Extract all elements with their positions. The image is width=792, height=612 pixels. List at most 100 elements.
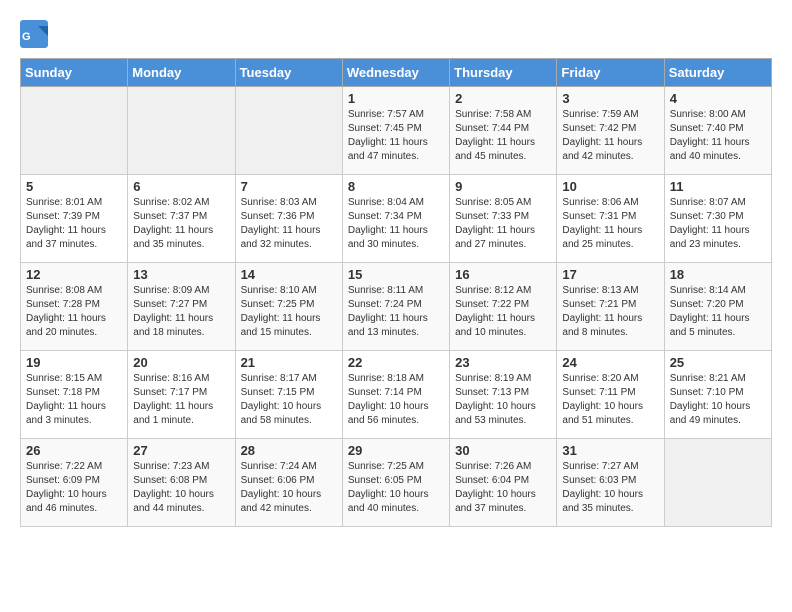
- calendar-cell: 6 Sunrise: 8:02 AM Sunset: 7:37 PM Daylig…: [128, 175, 235, 263]
- day-info: Sunrise: 8:00 AM Sunset: 7:40 PM Dayligh…: [670, 108, 766, 164]
- week-row-1: 1 Sunrise: 7:57 AM Sunset: 7:45 PM Daylig…: [21, 87, 772, 175]
- calendar-table: SundayMondayTuesdayWednesdayThursdayFrid…: [20, 58, 772, 527]
- day-info: Sunrise: 7:24 AM Sunset: 6:06 PM Dayligh…: [241, 460, 337, 516]
- calendar-cell: 17Sunrise: 8:13 AM Sunset: 7:21 PM Dayli…: [557, 263, 664, 351]
- calendar-cell: 26 Sunrise: 7:22 AM Sunset: 6:09 PM Dayli…: [21, 439, 128, 527]
- day-number: 14: [241, 267, 337, 282]
- calendar-cell: 18 Sunrise: 8:14 AM Sunset: 7:20 PM Dayli…: [664, 263, 771, 351]
- weekday-header-sunday: Sunday: [21, 59, 128, 87]
- calendar-cell: 27Sunrise: 7:23 AM Sunset: 6:08 PM Dayli…: [128, 439, 235, 527]
- day-info: Sunrise: 7:58 AM Sunset: 7:44 PM Dayligh…: [455, 108, 551, 164]
- day-info: Sunrise: 8:16 AM Sunset: 7:17 PM Dayligh…: [133, 372, 229, 428]
- day-number: 13: [133, 267, 229, 282]
- day-number: 28: [241, 443, 337, 458]
- day-info: Sunrise: 8:19 AM Sunset: 7:13 PM Dayligh…: [455, 372, 551, 428]
- calendar-cell: 25 Sunrise: 8:21 AM Sunset: 7:10 PM Dayli…: [664, 351, 771, 439]
- day-info: Sunrise: 8:07 AM Sunset: 7:30 PM Dayligh…: [670, 196, 766, 252]
- calendar-cell: [128, 87, 235, 175]
- day-number: 23: [455, 355, 551, 370]
- day-number: 12: [26, 267, 122, 282]
- day-info: Sunrise: 7:22 AM Sunset: 6:09 PM Dayligh…: [26, 460, 122, 516]
- day-number: 4: [670, 91, 766, 106]
- day-info: Sunrise: 8:11 AM Sunset: 7:24 PM Dayligh…: [348, 284, 444, 340]
- calendar-cell: 9 Sunrise: 8:05 AM Sunset: 7:33 PM Daylig…: [450, 175, 557, 263]
- day-info: Sunrise: 8:12 AM Sunset: 7:22 PM Dayligh…: [455, 284, 551, 340]
- day-number: 5: [26, 179, 122, 194]
- day-number: 22: [348, 355, 444, 370]
- calendar-cell: 22 Sunrise: 8:18 AM Sunset: 7:14 PM Dayli…: [342, 351, 449, 439]
- day-number: 11: [670, 179, 766, 194]
- day-number: 2: [455, 91, 551, 106]
- day-number: 24: [562, 355, 658, 370]
- calendar-cell: [235, 87, 342, 175]
- calendar-cell: 30Sunrise: 7:26 AM Sunset: 6:04 PM Dayli…: [450, 439, 557, 527]
- weekday-header-tuesday: Tuesday: [235, 59, 342, 87]
- day-number: 15: [348, 267, 444, 282]
- day-number: 20: [133, 355, 229, 370]
- day-number: 7: [241, 179, 337, 194]
- day-number: 1: [348, 91, 444, 106]
- day-number: 9: [455, 179, 551, 194]
- calendar-cell: [21, 87, 128, 175]
- day-number: 18: [670, 267, 766, 282]
- calendar-cell: 19 Sunrise: 8:15 AM Sunset: 7:18 PM Dayli…: [21, 351, 128, 439]
- day-number: 17: [562, 267, 658, 282]
- day-info: Sunrise: 8:21 AM Sunset: 7:10 PM Dayligh…: [670, 372, 766, 428]
- day-info: Sunrise: 8:05 AM Sunset: 7:33 PM Dayligh…: [455, 196, 551, 252]
- svg-text:G: G: [22, 31, 31, 43]
- calendar-cell: 28 Sunrise: 7:24 AM Sunset: 6:06 PM Dayli…: [235, 439, 342, 527]
- day-number: 10: [562, 179, 658, 194]
- calendar-cell: 5 Sunrise: 8:01 AM Sunset: 7:39 PM Daylig…: [21, 175, 128, 263]
- calendar-cell: 20 Sunrise: 8:16 AM Sunset: 7:17 PM Dayli…: [128, 351, 235, 439]
- weekday-header-thursday: Thursday: [450, 59, 557, 87]
- weekday-header-row: SundayMondayTuesdayWednesdayThursdayFrid…: [21, 59, 772, 87]
- calendar-cell: 31Sunrise: 7:27 AM Sunset: 6:03 PM Dayli…: [557, 439, 664, 527]
- day-number: 27: [133, 443, 229, 458]
- weekday-header-friday: Friday: [557, 59, 664, 87]
- day-number: 19: [26, 355, 122, 370]
- weekday-header-wednesday: Wednesday: [342, 59, 449, 87]
- day-info: Sunrise: 8:15 AM Sunset: 7:18 PM Dayligh…: [26, 372, 122, 428]
- calendar-cell: 15 Sunrise: 8:11 AM Sunset: 7:24 PM Dayli…: [342, 263, 449, 351]
- calendar-cell: 23 Sunrise: 8:19 AM Sunset: 7:13 PM Dayli…: [450, 351, 557, 439]
- day-info: Sunrise: 8:03 AM Sunset: 7:36 PM Dayligh…: [241, 196, 337, 252]
- calendar-cell: 12 Sunrise: 8:08 AM Sunset: 7:28 PM Dayli…: [21, 263, 128, 351]
- day-info: Sunrise: 7:57 AM Sunset: 7:45 PM Dayligh…: [348, 108, 444, 164]
- day-info: Sunrise: 8:20 AM Sunset: 7:11 PM Dayligh…: [562, 372, 658, 428]
- day-info: Sunrise: 8:18 AM Sunset: 7:14 PM Dayligh…: [348, 372, 444, 428]
- day-number: 3: [562, 91, 658, 106]
- day-info: Sunrise: 8:10 AM Sunset: 7:25 PM Dayligh…: [241, 284, 337, 340]
- day-number: 6: [133, 179, 229, 194]
- calendar-cell: 8 Sunrise: 8:04 AM Sunset: 7:34 PM Daylig…: [342, 175, 449, 263]
- calendar-cell: 29Sunrise: 7:25 AM Sunset: 6:05 PM Dayli…: [342, 439, 449, 527]
- page-header: G: [20, 20, 772, 48]
- day-number: 31: [562, 443, 658, 458]
- day-info: Sunrise: 7:59 AM Sunset: 7:42 PM Dayligh…: [562, 108, 658, 164]
- day-number: 16: [455, 267, 551, 282]
- calendar-cell: 14 Sunrise: 8:10 AM Sunset: 7:25 PM Dayli…: [235, 263, 342, 351]
- day-info: Sunrise: 8:01 AM Sunset: 7:39 PM Dayligh…: [26, 196, 122, 252]
- weekday-header-saturday: Saturday: [664, 59, 771, 87]
- day-info: Sunrise: 8:02 AM Sunset: 7:37 PM Dayligh…: [133, 196, 229, 252]
- calendar-cell: 24 Sunrise: 8:20 AM Sunset: 7:11 PM Dayli…: [557, 351, 664, 439]
- day-number: 8: [348, 179, 444, 194]
- day-number: 26: [26, 443, 122, 458]
- calendar-cell: 4 Sunrise: 8:00 AM Sunset: 7:40 PM Daylig…: [664, 87, 771, 175]
- calendar-cell: 13 Sunrise: 8:09 AM Sunset: 7:27 PM Dayli…: [128, 263, 235, 351]
- day-number: 21: [241, 355, 337, 370]
- week-row-4: 19 Sunrise: 8:15 AM Sunset: 7:18 PM Dayli…: [21, 351, 772, 439]
- day-number: 29: [348, 443, 444, 458]
- week-row-2: 5 Sunrise: 8:01 AM Sunset: 7:39 PM Daylig…: [21, 175, 772, 263]
- day-info: Sunrise: 8:04 AM Sunset: 7:34 PM Dayligh…: [348, 196, 444, 252]
- day-info: Sunrise: 8:14 AM Sunset: 7:20 PM Dayligh…: [670, 284, 766, 340]
- week-row-3: 12 Sunrise: 8:08 AM Sunset: 7:28 PM Dayli…: [21, 263, 772, 351]
- week-row-5: 26 Sunrise: 7:22 AM Sunset: 6:09 PM Dayli…: [21, 439, 772, 527]
- day-info: Sunrise: 8:09 AM Sunset: 7:27 PM Dayligh…: [133, 284, 229, 340]
- day-info: Sunrise: 7:26 AM Sunset: 6:04 PM Dayligh…: [455, 460, 551, 516]
- logo-icon: G: [20, 20, 50, 48]
- day-info: Sunrise: 8:08 AM Sunset: 7:28 PM Dayligh…: [26, 284, 122, 340]
- calendar-cell: 7 Sunrise: 8:03 AM Sunset: 7:36 PM Daylig…: [235, 175, 342, 263]
- day-number: 25: [670, 355, 766, 370]
- calendar-cell: 10Sunrise: 8:06 AM Sunset: 7:31 PM Dayli…: [557, 175, 664, 263]
- weekday-header-monday: Monday: [128, 59, 235, 87]
